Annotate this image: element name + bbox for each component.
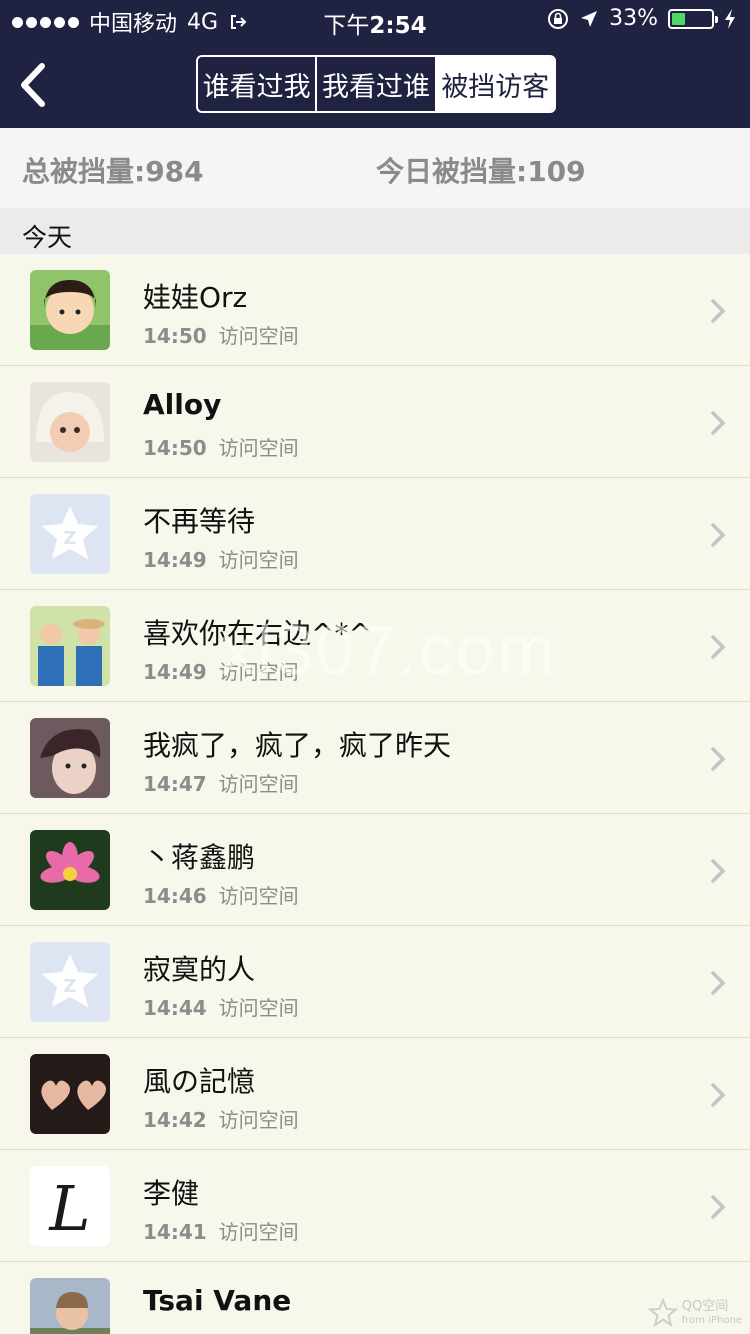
top-bar: 中国移动 4G 下午2:54 33% 谁看过我 我看过谁 被挡访客 (0, 0, 750, 128)
avatar: L (30, 1166, 110, 1246)
list-item[interactable]: L 李健 14:41 访问空间 (0, 1150, 750, 1262)
visit-time: 14:50 (143, 436, 207, 460)
list-item[interactable]: 丶蒋鑫鹏 14:46 访问空间 (0, 814, 750, 926)
list-item[interactable]: Z 不再等待 14:49 访问空间 (0, 478, 750, 590)
chevron-right-icon (711, 859, 726, 883)
battery-percent: 33% (609, 6, 658, 31)
visitor-name: 不再等待 (143, 505, 256, 538)
chevron-right-icon (711, 411, 726, 435)
list-item[interactable]: 我疯了，疯了，疯了昨天 14:47 访问空间 (0, 702, 750, 814)
visit-time: 14:47 (143, 772, 207, 796)
chevron-right-icon (711, 299, 726, 323)
visit-action: 访问空间 (218, 548, 299, 572)
qzone-star-icon (647, 1298, 678, 1328)
visitor-name: 李健 (143, 1177, 200, 1210)
avatar (30, 1278, 110, 1334)
default-avatar-icon: Z (30, 494, 110, 574)
visit-action: 访问空间 (218, 884, 299, 908)
tab-who-i-viewed[interactable]: 我看过谁 (317, 57, 437, 111)
qzone-badge: QQ空间 from iPhone (647, 1298, 742, 1328)
avatar (30, 382, 110, 462)
visit-time: 14:50 (143, 324, 207, 348)
list-item[interactable]: Alloy 14:50 访问空间 (0, 366, 750, 478)
chevron-right-icon (711, 1195, 726, 1219)
visitor-list: 娃娃Orz 14:50 访问空间 Alloy 14:50 访问空间 Z 不再等待 1… (0, 254, 750, 1334)
visit-time: 14:42 (143, 1108, 207, 1132)
visit-action: 访问空间 (218, 324, 299, 348)
svg-text:Z: Z (63, 976, 76, 997)
qzone-title: QQ空间 (681, 1299, 729, 1315)
tab-blocked-visitors[interactable]: 被挡访客 (436, 57, 554, 111)
visitor-name: Tsai Vane (143, 1284, 292, 1317)
visit-time: 14:41 (143, 1220, 207, 1244)
today-blocked-count: 今日被挡量:109 (376, 155, 586, 188)
blocked-stats: 总被挡量:984 今日被挡量:109 (0, 128, 750, 208)
avatar (30, 830, 110, 910)
status-bar: 中国移动 4G 下午2:54 33% (0, 0, 750, 40)
total-blocked-count: 总被挡量:984 (22, 155, 204, 188)
rotation-lock-icon (548, 8, 569, 29)
chevron-right-icon (711, 523, 726, 547)
chevron-right-icon (711, 1083, 726, 1107)
visitor-tabs: 谁看过我 我看过谁 被挡访客 (196, 55, 556, 113)
visitor-name: 風の記憶 (143, 1065, 256, 1098)
list-item[interactable]: 風の記憶 14:42 访问空间 (0, 1038, 750, 1150)
back-button[interactable] (18, 62, 48, 108)
location-icon (581, 10, 598, 27)
visitor-name: Alloy (143, 388, 222, 421)
avatar (30, 606, 110, 686)
list-item[interactable]: Z 寂寞的人 14:44 访问空间 (0, 926, 750, 1038)
visit-time: 14:49 (143, 548, 207, 572)
visit-action: 访问空间 (218, 772, 299, 796)
watermark: xl307.com (220, 611, 558, 689)
list-item[interactable]: 娃娃Orz 14:50 访问空间 (0, 254, 750, 366)
svg-text:L: L (48, 1172, 90, 1245)
chevron-right-icon (711, 971, 726, 995)
visitor-name: 我疯了，疯了，疯了昨天 (143, 729, 452, 762)
avatar (30, 270, 110, 350)
tab-who-viewed-me[interactable]: 谁看过我 (198, 57, 318, 111)
chevron-right-icon (711, 747, 726, 771)
visit-action: 访问空间 (218, 436, 299, 460)
avatar (30, 718, 110, 798)
charging-icon (725, 8, 735, 29)
list-item[interactable]: Tsai Vane (0, 1262, 750, 1334)
visitor-name: 娃娃Orz (143, 281, 248, 314)
default-avatar-icon: Z (30, 942, 110, 1022)
avatar (30, 1054, 110, 1134)
visitor-name: 丶蒋鑫鹏 (143, 841, 256, 874)
visit-time: 14:44 (143, 996, 207, 1020)
visit-action: 访问空间 (218, 996, 299, 1020)
battery-icon (668, 8, 718, 29)
qzone-subtitle: from iPhone (681, 1314, 742, 1326)
visit-action: 访问空间 (218, 1108, 299, 1132)
visitor-name: 寂寞的人 (143, 953, 256, 986)
visit-time: 14:46 (143, 884, 207, 908)
svg-text:Z: Z (63, 528, 76, 549)
section-header: 今天 (0, 208, 750, 254)
chevron-right-icon (711, 635, 726, 659)
visit-action: 访问空间 (218, 1220, 299, 1244)
visit-time: 14:49 (143, 660, 207, 684)
